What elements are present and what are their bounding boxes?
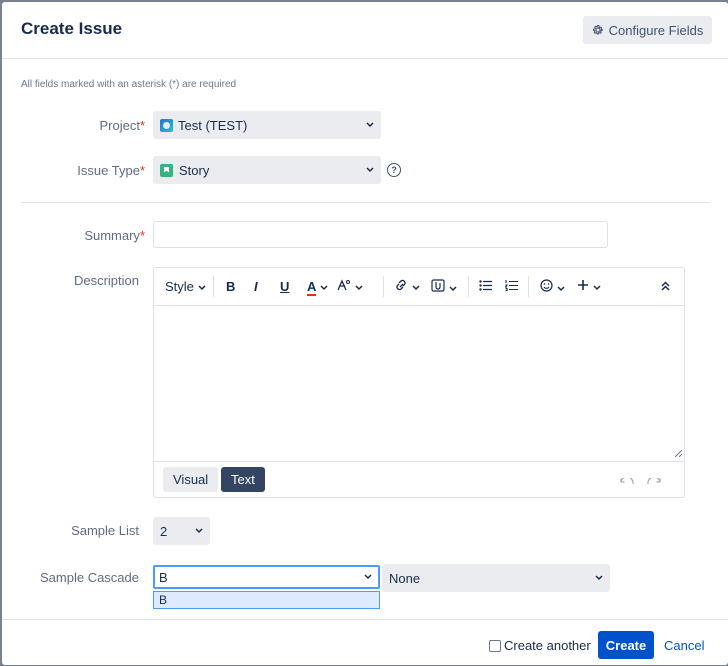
create-button[interactable]: Create	[598, 631, 654, 659]
numbered-list-button[interactable]	[504, 279, 518, 294]
cascade-parent-value: B	[159, 569, 168, 585]
issue-type-label-text: Issue Type	[77, 163, 140, 178]
chevron-down-icon	[320, 285, 328, 291]
description-textarea[interactable]	[154, 306, 684, 461]
bullet-list-button[interactable]	[479, 279, 492, 294]
chevron-down-icon	[364, 574, 372, 580]
checkbox-box[interactable]	[489, 639, 501, 652]
chevron-down-icon	[412, 285, 420, 291]
text-effects-button[interactable]	[337, 279, 363, 294]
chevron-down-icon	[557, 286, 565, 292]
resize-handle-icon[interactable]	[675, 450, 682, 457]
create-issue-dialog: Create Issue Configure Fields All fields…	[2, 2, 728, 665]
summary-label: Summary*	[42, 228, 145, 243]
dialog-title: Create Issue	[21, 19, 123, 38]
configure-fields-label: Configure Fields	[608, 22, 704, 38]
sample-list-select[interactable]: 2	[153, 517, 210, 545]
chevron-down-icon	[449, 286, 457, 292]
link-button[interactable]	[394, 279, 420, 294]
attachment-icon	[431, 279, 445, 292]
project-label: Project*	[42, 118, 145, 133]
insert-more-button[interactable]	[577, 279, 601, 294]
bold-button[interactable]: B	[226, 279, 235, 294]
text-effects-icon	[337, 279, 350, 291]
description-editor: Style B I U A Visual Text	[153, 267, 685, 498]
collapse-toolbar-button[interactable]	[661, 279, 670, 294]
configure-fields-button[interactable]: Configure Fields	[583, 16, 712, 44]
italic-button[interactable]: I	[254, 279, 258, 294]
summary-input[interactable]	[153, 221, 608, 248]
sample-cascade-label: Sample Cascade	[40, 570, 139, 585]
section-divider	[21, 202, 710, 203]
text-color-button[interactable]: A	[307, 279, 328, 296]
summary-label-text: Summary	[84, 228, 140, 243]
required-asterisk: *	[139, 118, 145, 133]
toolbar-divider	[213, 276, 214, 297]
emoji-button[interactable]	[540, 279, 565, 295]
create-another-label: Create another	[504, 638, 591, 653]
project-select[interactable]: Test (TEST)	[153, 111, 381, 139]
dialog-header: Create Issue Configure Fields	[2, 2, 728, 59]
cascade-dropdown-option[interactable]: B	[153, 591, 380, 609]
project-label-text: Project	[99, 118, 140, 133]
issue-type-select-value: Story	[179, 162, 210, 178]
bullet-list-icon	[479, 280, 492, 291]
redo-button[interactable]	[647, 474, 661, 489]
editor-toolbar: Style B I U A	[154, 268, 684, 306]
required-asterisk: *	[139, 228, 145, 243]
undo-button[interactable]	[620, 474, 634, 489]
emoji-icon	[540, 279, 553, 292]
project-select-value: Test (TEST)	[178, 117, 248, 133]
chevron-down-icon	[595, 575, 603, 581]
redo-icon	[647, 476, 661, 485]
chevron-down-icon	[195, 528, 203, 534]
link-icon	[396, 279, 406, 291]
help-icon[interactable]: ?	[387, 163, 401, 177]
issue-type-label: Issue Type*	[42, 163, 145, 178]
numbered-list-icon	[504, 280, 518, 292]
cascade-child-value: None	[389, 570, 421, 586]
toolbar-divider	[528, 276, 529, 297]
create-another-checkbox[interactable]: Create another	[489, 638, 591, 653]
underline-button[interactable]: U	[280, 279, 289, 294]
style-dropdown[interactable]: Style	[165, 279, 206, 294]
chevron-down-icon	[366, 122, 374, 128]
project-avatar-icon	[160, 118, 173, 132]
attachment-button[interactable]	[431, 279, 457, 295]
story-icon	[160, 163, 173, 177]
cascade-child-select[interactable]: None	[382, 564, 610, 592]
required-fields-note: All fields marked with an asterisk (*) a…	[21, 79, 237, 90]
description-label: Description	[73, 273, 139, 288]
chevron-down-icon	[366, 167, 374, 173]
undo-icon	[620, 476, 634, 485]
plus-icon	[578, 280, 588, 290]
sample-list-label: Sample List	[71, 523, 139, 538]
visual-mode-tab[interactable]: Visual	[163, 467, 219, 492]
text-mode-tab[interactable]: Text	[221, 467, 265, 492]
issue-type-select[interactable]: Story	[153, 156, 381, 184]
double-chevron-up-icon	[661, 281, 670, 291]
cascade-parent-select[interactable]: B	[153, 565, 380, 589]
editor-mode-bar: Visual Text	[154, 461, 684, 498]
chevron-down-icon	[355, 285, 363, 291]
chevron-down-icon	[593, 285, 601, 291]
text-color-glyph: A	[307, 279, 317, 296]
required-asterisk: *	[139, 163, 145, 178]
gear-icon	[592, 25, 604, 35]
sample-list-value: 2	[160, 523, 168, 539]
toolbar-divider	[468, 276, 469, 297]
toolbar-divider	[383, 276, 384, 297]
cancel-link[interactable]: Cancel	[664, 638, 704, 653]
chevron-down-icon	[198, 285, 206, 291]
style-dropdown-label: Style	[165, 279, 194, 294]
